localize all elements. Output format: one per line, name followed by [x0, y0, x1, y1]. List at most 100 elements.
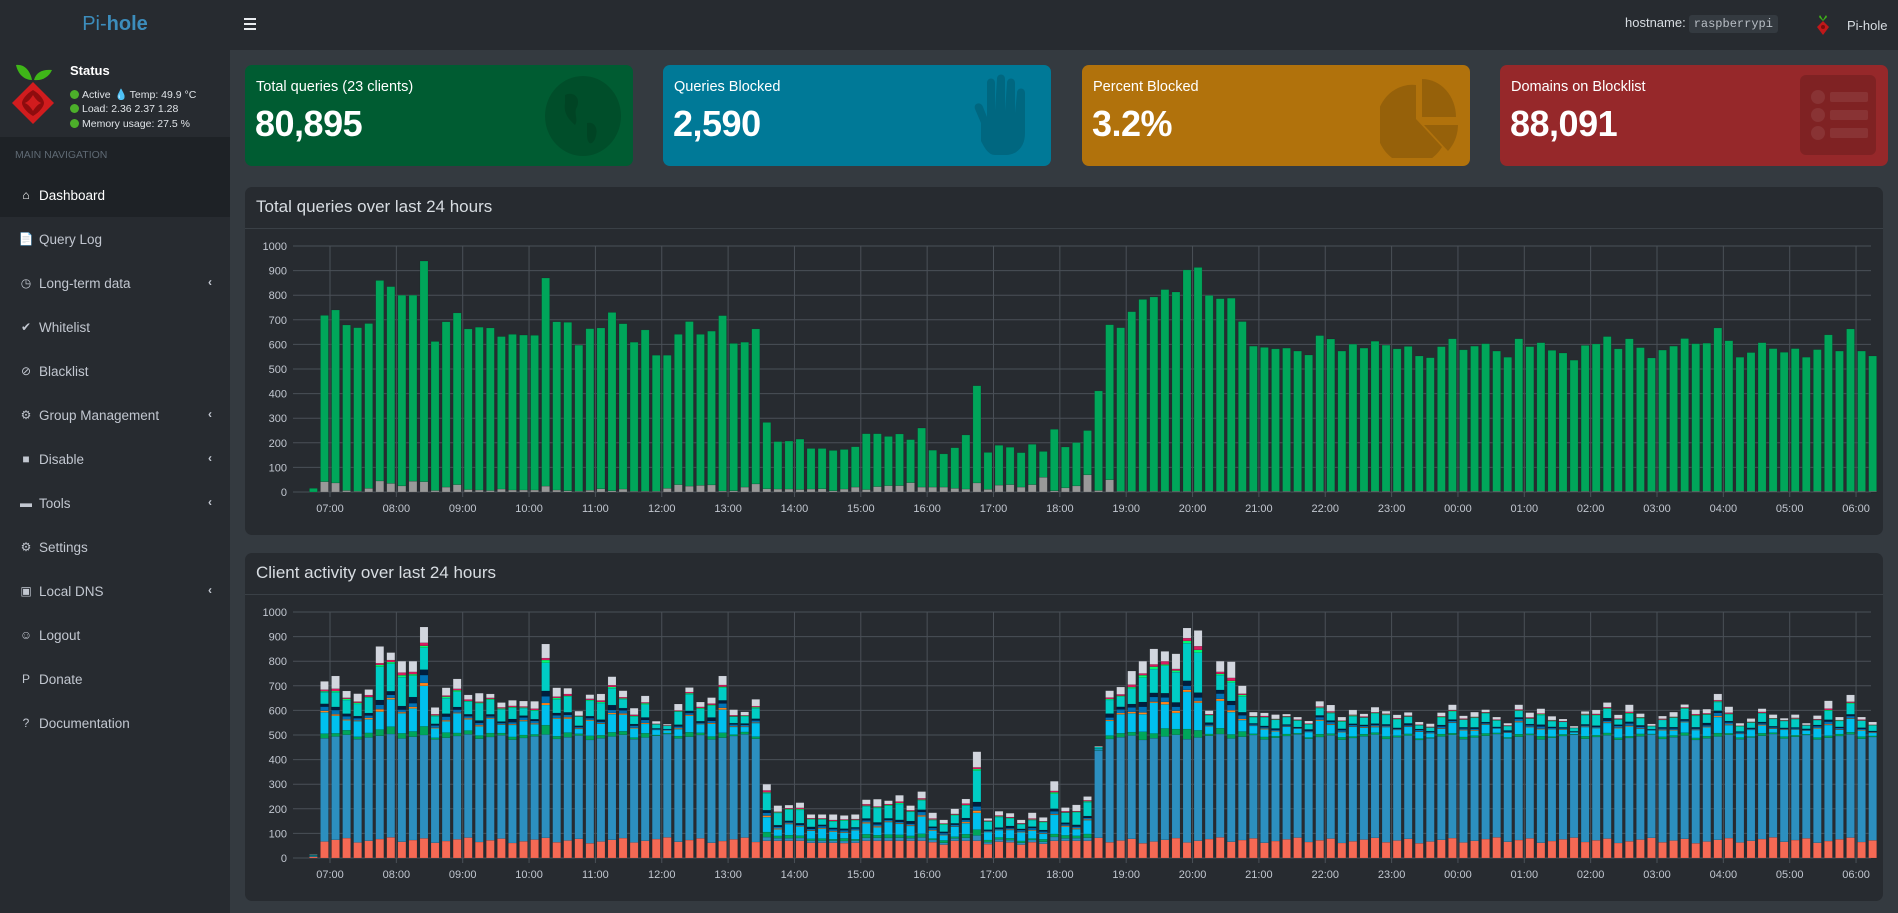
bar-blocked[interactable] — [895, 485, 904, 493]
bar-permitted[interactable] — [629, 341, 639, 492]
bar-client-2[interactable] — [762, 836, 772, 841]
bar-client-8[interactable] — [1215, 674, 1225, 691]
bar-client-3[interactable] — [607, 732, 617, 737]
bar-client-8[interactable] — [1691, 715, 1700, 728]
bar-client-11[interactable] — [1016, 819, 1026, 824]
bar-client-11[interactable] — [862, 799, 871, 805]
bar-client-4[interactable] — [1603, 722, 1612, 734]
bar-client-8[interactable] — [1105, 699, 1114, 714]
bar-client-6[interactable] — [441, 716, 451, 721]
bar-client-11[interactable] — [1249, 711, 1258, 717]
bar-client-8[interactable] — [1271, 719, 1280, 729]
bar-client-8[interactable] — [950, 815, 960, 824]
bar-client-1[interactable] — [1016, 844, 1026, 859]
bar-client-2[interactable] — [519, 737, 528, 842]
bar-client-11[interactable] — [618, 690, 628, 698]
bar-client-6[interactable] — [519, 717, 528, 721]
bar-client-3[interactable] — [497, 732, 506, 736]
bar-permitted[interactable] — [331, 309, 340, 484]
bar-client-1[interactable] — [497, 838, 506, 859]
bar-client-1[interactable] — [1846, 837, 1855, 859]
bar-client-6[interactable] — [1050, 811, 1059, 815]
bar-client-2[interactable] — [1448, 734, 1457, 839]
bar-client-11[interactable] — [1536, 708, 1546, 714]
bar-client-8[interactable] — [1260, 717, 1269, 727]
bar-client-1[interactable] — [1171, 837, 1181, 859]
bar-client-9[interactable] — [1127, 686, 1136, 689]
bar-client-3[interactable] — [1415, 738, 1424, 741]
bar-client-3[interactable] — [1359, 733, 1369, 737]
bar-client-2[interactable] — [375, 735, 384, 840]
bar-blocked[interactable] — [685, 485, 694, 493]
bar-client-10[interactable] — [386, 659, 396, 663]
bar-client-2[interactable] — [685, 736, 694, 841]
bar-client-5[interactable] — [1116, 712, 1125, 715]
bar-client-3[interactable] — [563, 732, 572, 738]
bar-client-7[interactable] — [419, 669, 429, 676]
bar-client-7[interactable] — [961, 817, 971, 821]
bar-client-2[interactable] — [397, 738, 407, 842]
bar-client-6[interactable] — [1238, 715, 1247, 720]
bar-blocked[interactable] — [364, 488, 373, 493]
bar-client-8[interactable] — [1326, 712, 1336, 721]
bar-permitted[interactable] — [1702, 342, 1712, 492]
bar-client-6[interactable] — [1448, 720, 1457, 723]
bar-client-4[interactable] — [751, 722, 760, 737]
bar-client-2[interactable] — [596, 737, 606, 842]
bar-permitted[interactable] — [1746, 352, 1756, 492]
bar-client-11[interactable] — [408, 660, 418, 673]
bar-client-8[interactable] — [441, 697, 451, 714]
bar-client-2[interactable] — [1238, 736, 1247, 841]
bar-client-4[interactable] — [1171, 712, 1181, 730]
bar-client-4[interactable] — [1160, 704, 1170, 729]
bar-client-6[interactable] — [419, 674, 429, 684]
bar-client-1[interactable] — [1757, 838, 1767, 859]
bar-permitted[interactable] — [663, 354, 672, 489]
bar-client-4[interactable] — [1127, 713, 1136, 733]
bar-client-8[interactable] — [1702, 714, 1711, 724]
bar-client-3[interactable] — [1470, 735, 1479, 738]
bar-client-11[interactable] — [1614, 714, 1623, 719]
bar-permitted[interactable] — [1824, 334, 1833, 492]
bar-client-4[interactable] — [1072, 828, 1081, 836]
bar-client-8[interactable] — [618, 698, 628, 709]
bar-client-11[interactable] — [1204, 710, 1214, 715]
bar-client-2[interactable] — [508, 739, 517, 844]
bar-client-7[interactable] — [1149, 692, 1159, 698]
bar-client-4[interactable] — [1459, 730, 1468, 738]
bar-client-2[interactable] — [1813, 739, 1822, 843]
bar-client-2[interactable] — [342, 734, 351, 839]
bar-client-3[interactable] — [353, 736, 362, 740]
bar-client-11[interactable] — [1359, 713, 1369, 717]
bar-permitted[interactable] — [607, 312, 617, 492]
bar-client-2[interactable] — [1426, 737, 1435, 842]
bar-client-2[interactable] — [1459, 738, 1468, 843]
bar-client-9[interactable] — [541, 659, 550, 663]
bar-client-2[interactable] — [1746, 737, 1756, 841]
bar-client-7[interactable] — [1326, 720, 1336, 723]
bar-client-4[interactable] — [419, 685, 429, 727]
bar-client-6[interactable] — [895, 821, 904, 824]
bar-permitted[interactable] — [1271, 348, 1280, 492]
bar-client-4[interactable] — [1403, 726, 1413, 735]
bar-client-4[interactable] — [1591, 727, 1601, 736]
bar-client-1[interactable] — [1304, 841, 1313, 859]
bar-client-3[interactable] — [386, 726, 396, 735]
bar-client-3[interactable] — [696, 732, 705, 736]
bar-client-6[interactable] — [629, 725, 639, 729]
bar-permitted[interactable] — [1757, 342, 1767, 492]
bar-client-9[interactable] — [441, 696, 451, 699]
bar-client-2[interactable] — [1370, 734, 1380, 839]
bar-client-6[interactable] — [1625, 723, 1634, 726]
bar-client-10[interactable] — [1050, 790, 1059, 793]
bar-client-1[interactable] — [1724, 837, 1734, 859]
bar-client-2[interactable] — [1857, 738, 1866, 843]
bar-blocked[interactable] — [419, 481, 429, 493]
bar-client-4[interactable] — [1824, 724, 1833, 736]
bar-client-1[interactable] — [1680, 838, 1689, 859]
bar-client-6[interactable] — [486, 716, 495, 719]
sidebar-item-blacklist[interactable]: ⊘ Blacklist — [0, 349, 230, 393]
bar-client-10[interactable] — [718, 684, 727, 687]
bar-permitted[interactable] — [486, 327, 495, 491]
bar-client-2[interactable] — [1846, 734, 1855, 838]
